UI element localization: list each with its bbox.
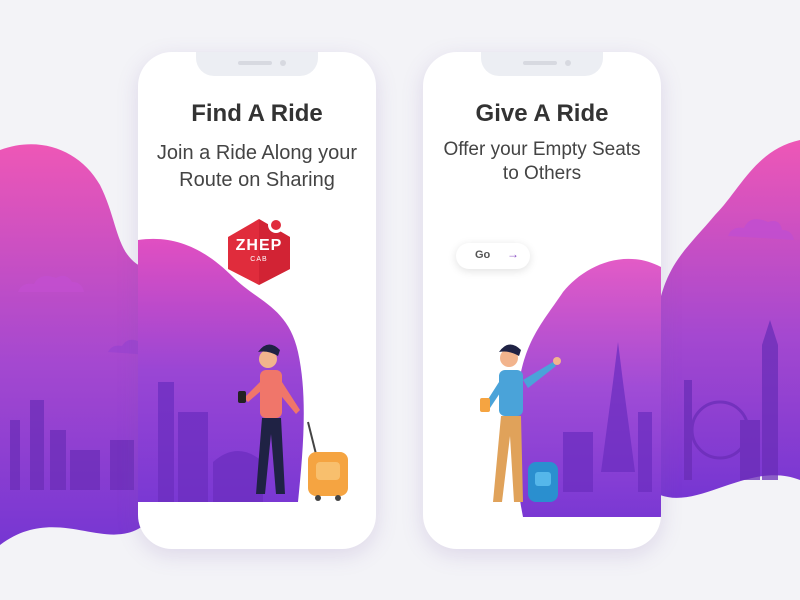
screen-subtitle: Offer your Empty Seats to Others [423,138,661,186]
speaker-grille [238,61,272,65]
logo-wordmark: ZHEP [235,237,283,254]
screen-title: Give A Ride [475,100,609,127]
camera-dot [280,60,286,66]
screen-title: Find A Ride [191,100,323,127]
phone-give-a-ride: Give A Ride Offer your Empty Seats to Ot… [423,52,661,549]
showcase-stage: Find A Ride Join a Ride Along your Route… [0,0,800,600]
background-wave-art [0,140,800,546]
camera-dot [565,60,571,66]
subtitle-line-1: Join a Ride Along your [156,142,358,164]
right-wave-blob [660,140,800,498]
subtitle-line-2: Route on Sharing [179,169,335,191]
phone-notch [481,52,603,76]
speaker-grille [523,61,557,65]
subtitle-line-2: to Others [502,163,582,184]
arrow-right-icon: → [507,247,519,261]
phone-find-a-ride: Find A Ride Join a Ride Along your Route… [138,52,376,549]
go-button[interactable]: Go → [456,243,530,269]
go-button-label: Go [475,249,491,261]
subtitle-line-1: Offer your Empty Seats [443,139,641,160]
phone-notch [196,52,318,76]
zhep-cab-logo: ZHEP CAB [224,215,294,287]
screen-subtitle: Join a Ride Along your Route on Sharing [138,140,376,194]
logo-subtext: CAB [250,256,268,263]
